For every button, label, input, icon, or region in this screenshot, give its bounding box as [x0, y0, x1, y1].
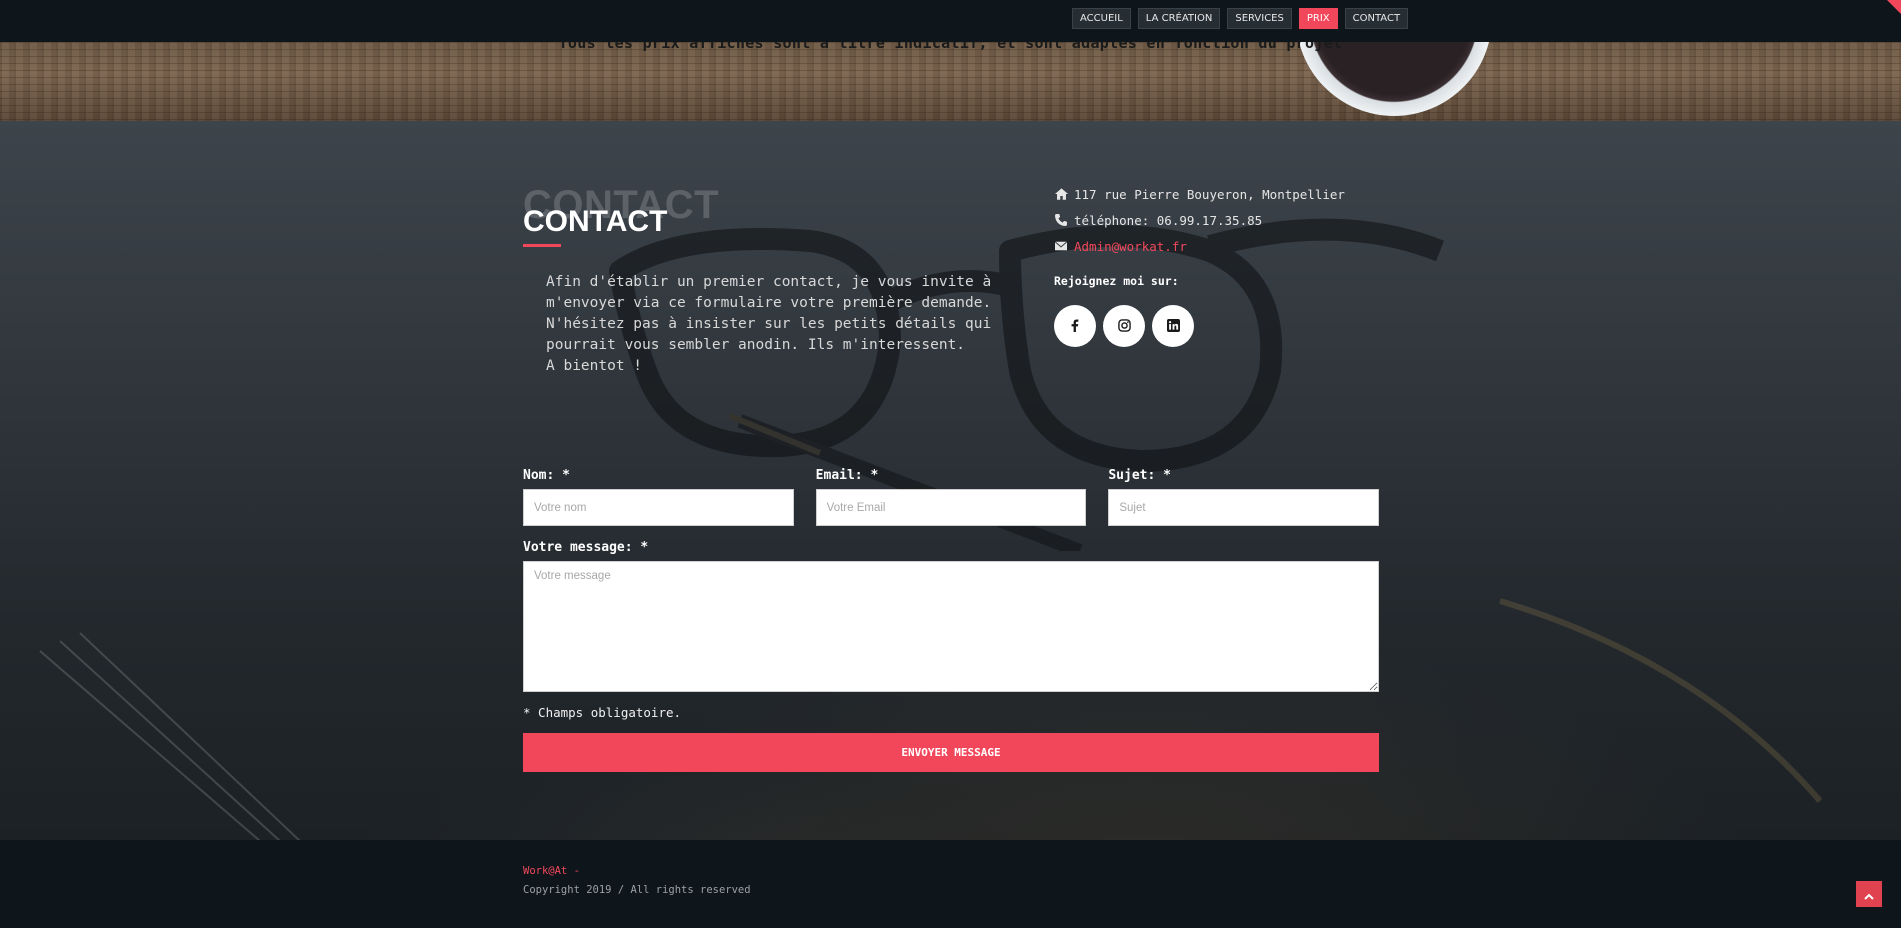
contact-form: Nom: * Email: * Sujet: * Votre message: … — [523, 468, 1380, 772]
instagram-button[interactable] — [1103, 305, 1145, 347]
contact-intro-text: Afin d'établir un premier contact, je vo… — [546, 274, 992, 374]
corner-ribbon — [1887, 0, 1901, 14]
form-row-fields: Nom: * Email: * Sujet: * — [523, 468, 1380, 526]
name-input[interactable] — [523, 489, 794, 526]
message-textarea[interactable] — [523, 561, 1379, 692]
nav-item-accueil[interactable]: ACCUEIL — [1072, 8, 1131, 29]
envelope-icon — [1054, 239, 1068, 253]
contact-title: CONTACT — [523, 205, 668, 238]
linkedin-button[interactable] — [1152, 305, 1194, 347]
subject-label: Sujet: * — [1108, 468, 1171, 483]
subject-field-group: Sujet: * — [1108, 468, 1380, 526]
footer: Work@At - Copyright 2019 / All rights re… — [0, 840, 1901, 928]
message-label: Votre message: * — [523, 540, 649, 555]
pricing-disclaimer: Tous les prix affichés sont à titre indi… — [558, 42, 1343, 52]
pricing-hero-background: Tous les prix affichés sont à titre indi… — [0, 42, 1901, 121]
contact-section: CONTACT CONTACT Afin d'établir un premie… — [0, 121, 1901, 840]
facebook-icon — [1071, 317, 1079, 336]
instagram-icon — [1117, 317, 1131, 336]
main-nav: ACCUEIL LA CRÉATION SERVICES PRIX CONTAC… — [1072, 8, 1409, 29]
facebook-button[interactable] — [1054, 305, 1096, 347]
email-input[interactable] — [815, 489, 1087, 526]
nav-item-services[interactable]: SERVICES — [1227, 8, 1292, 29]
address-row: 117 rue Pierre Bouyeron, Montpellier — [1054, 181, 1414, 207]
nav-item-contact[interactable]: CONTACT — [1344, 8, 1409, 29]
email-link[interactable]: Admin@workat.fr — [1074, 239, 1187, 254]
email-label: Email: * — [815, 468, 879, 483]
coffee-cup-image — [1296, 42, 1492, 116]
footer-brand: Work@At - — [523, 865, 580, 877]
nav-item-prix[interactable]: PRIX — [1298, 8, 1338, 29]
phone-row: téléphone: 06.99.17.35.85 — [1054, 207, 1414, 233]
nav-item-la-creation[interactable]: LA CRÉATION — [1137, 8, 1221, 29]
phone-icon — [1054, 213, 1068, 227]
email-row: Admin@workat.fr — [1054, 233, 1414, 259]
linkedin-icon — [1166, 317, 1180, 336]
contact-intro: Afin d'établir un premier contact, je vo… — [546, 272, 1016, 377]
name-field-group: Nom: * — [523, 468, 794, 526]
social-links — [1054, 305, 1414, 347]
home-icon — [1054, 187, 1068, 201]
chevron-up-icon — [1864, 885, 1874, 904]
name-label: Nom: * — [523, 468, 570, 483]
contact-heading: CONTACT CONTACT — [523, 183, 823, 263]
title-underline — [523, 244, 561, 247]
top-navbar: ACCUEIL LA CRÉATION SERVICES PRIX CONTAC… — [0, 0, 1901, 42]
footer-copyright: Copyright 2019 / All rights reserved — [523, 884, 751, 896]
required-fields-note: * Champs obligatoire. — [523, 705, 682, 720]
subject-input[interactable] — [1108, 489, 1380, 526]
contact-info: 117 rue Pierre Bouyeron, Montpellier tél… — [1054, 181, 1414, 347]
phone-text: téléphone: 06.99.17.35.85 — [1074, 212, 1263, 228]
scroll-to-top-button[interactable] — [1856, 881, 1882, 907]
email-field-group: Email: * — [815, 468, 1087, 526]
address-text: 117 rue Pierre Bouyeron, Montpellier — [1074, 186, 1345, 202]
social-join-label: Rejoignez moi sur: — [1054, 274, 1179, 288]
send-message-button[interactable]: ENVOYER MESSAGE — [523, 733, 1379, 772]
